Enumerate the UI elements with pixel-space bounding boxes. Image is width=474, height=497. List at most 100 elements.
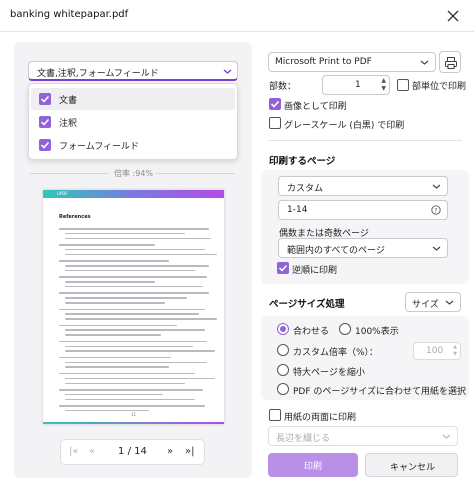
collate-checkbox[interactable]	[397, 79, 409, 91]
page-range-input[interactable]: 1-14 ?	[278, 200, 448, 220]
odd-even-select[interactable]: 範囲内のすべてのページ	[278, 238, 448, 258]
reverse-order-checkbox[interactable]	[277, 262, 289, 274]
duplex-binding-value: 長辺を綴じる	[276, 434, 331, 444]
radio-custom-scale[interactable]	[277, 344, 289, 356]
text-line	[65, 409, 149, 412]
print-as-image-label: 画像として印刷	[284, 102, 347, 112]
radio-shrink-oversized[interactable]	[277, 364, 289, 376]
text-line	[65, 253, 217, 256]
page-range-select-value: カスタム	[287, 184, 324, 194]
text-line	[65, 366, 169, 368]
text-line	[65, 398, 195, 401]
radio-fit[interactable]	[277, 323, 289, 335]
content-select[interactable]: 文書,注釈,フォームフィールド	[28, 61, 238, 81]
zoom-indicator: 倍率 :94%	[30, 168, 235, 178]
menu-item-label: 注釈	[59, 119, 78, 129]
text-line	[65, 329, 205, 331]
printer-properties-button[interactable]	[439, 51, 461, 73]
stepper-arrows-icon[interactable]: ▲ ▼	[381, 77, 386, 93]
menu-item-form-fields[interactable]: フォームフィールド	[31, 134, 235, 156]
odd-even-select-value: 範囲内のすべてのページ	[287, 246, 385, 256]
content-options-menu: 文書 注釈 フォームフィールド	[28, 83, 238, 160]
first-page-icon[interactable]: |«	[69, 446, 79, 457]
page-header-tag: UPDF	[57, 191, 68, 196]
page-size-mode-select[interactable]: サイズ	[405, 292, 461, 312]
chevron-down-icon	[445, 298, 454, 310]
stepper-arrows-icon[interactable]: ▲ ▼	[453, 344, 457, 358]
pages-section-title: 印刷するページ	[269, 156, 336, 167]
text-line	[59, 308, 205, 310]
svg-text:?: ?	[434, 207, 437, 214]
menu-item-document[interactable]: 文書	[31, 88, 235, 110]
content-select-value: 文書,注釈,フォームフィールド	[37, 69, 159, 79]
grayscale-label: グレースケール (白黒) で印刷	[284, 121, 405, 131]
last-page-icon[interactable]: »|	[185, 446, 195, 457]
radio-choose-by-pdf-size-label: PDF のページサイズに合わせて用紙を選択	[293, 387, 466, 397]
page-footer-band	[43, 422, 224, 424]
text-line	[65, 318, 217, 320]
custom-scale-stepper[interactable]: 100 ▲ ▼	[413, 342, 461, 360]
help-icon[interactable]: ?	[431, 205, 441, 218]
text-line	[65, 248, 205, 251]
checkbox-checked-icon	[39, 93, 51, 105]
text-line	[59, 276, 207, 278]
duplex-checkbox[interactable]	[269, 409, 281, 421]
text-line	[65, 393, 163, 396]
radio-actual-size[interactable]	[339, 323, 351, 335]
text-line	[65, 377, 215, 380]
print-as-image-checkbox[interactable]	[269, 98, 281, 110]
page-indicator[interactable]: 1 / 14	[118, 446, 147, 457]
page-size-mode-value: サイズ	[412, 300, 439, 310]
text-line	[65, 281, 155, 283]
text-line	[59, 372, 195, 375]
printer-select-value: Microsoft Print to PDF	[275, 57, 372, 67]
page-footer-number: 11	[131, 412, 137, 417]
chevron-down-icon	[432, 182, 441, 194]
radio-fit-label: 合わせる	[293, 327, 330, 337]
text-line	[65, 313, 199, 315]
print-button[interactable]: 印刷	[268, 453, 358, 477]
grayscale-checkbox[interactable]	[269, 117, 281, 129]
window-title: banking whitepapar.pdf	[10, 9, 129, 20]
duplex-binding-select[interactable]: 長辺を綴じる	[268, 426, 458, 446]
page-range-value: 1-14	[287, 205, 308, 215]
text-line	[65, 302, 165, 304]
text-line	[59, 292, 209, 294]
text-line	[65, 285, 203, 288]
text-line	[65, 265, 209, 267]
copies-stepper[interactable]: 1 ▲ ▼	[322, 75, 390, 95]
print-button-label: 印刷	[303, 462, 322, 472]
text-line	[65, 237, 211, 240]
text-line	[59, 324, 177, 327]
chevron-down-icon	[432, 244, 441, 256]
text-line	[65, 382, 185, 384]
radio-choose-by-pdf-size[interactable]	[277, 383, 289, 395]
printer-select[interactable]: Microsoft Print to PDF	[268, 52, 436, 72]
checkbox-checked-icon	[39, 116, 51, 128]
next-page-icon[interactable]: »	[167, 446, 173, 457]
page-range-select[interactable]: カスタム	[278, 176, 448, 196]
page-size-section-title: ページサイズ処理	[269, 299, 345, 310]
divider	[30, 173, 108, 174]
prev-page-icon[interactable]: «	[89, 446, 95, 457]
checkmark-icon	[270, 100, 280, 108]
checkbox-checked-icon	[39, 139, 51, 151]
total-pages: 14	[134, 446, 147, 457]
close-icon[interactable]	[444, 7, 462, 25]
menu-item-annotations[interactable]: 注釈	[31, 111, 235, 133]
cancel-button[interactable]: キャンセル	[365, 453, 458, 477]
menu-item-label: フォームフィールド	[59, 142, 140, 152]
current-page: 1	[118, 446, 125, 457]
chevron-down-icon	[442, 432, 451, 444]
custom-scale-value: 100	[426, 346, 444, 356]
page-preview: UPDF References 11	[43, 190, 224, 424]
reverse-order-label: 逆順に印刷	[292, 266, 338, 276]
text-line	[65, 361, 207, 364]
divider	[268, 140, 462, 141]
menu-item-label: 文書	[59, 96, 78, 106]
page-navigator: |« « 1 / 14 » »|	[60, 439, 205, 465]
printer-icon	[444, 56, 458, 73]
checkmark-icon	[278, 264, 288, 272]
text-line	[65, 334, 161, 336]
text-line	[65, 232, 185, 235]
